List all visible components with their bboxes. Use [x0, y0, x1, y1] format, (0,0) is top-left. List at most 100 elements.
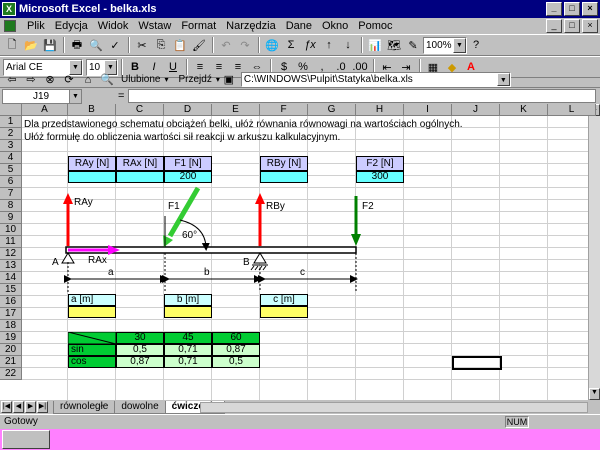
go-menu[interactable]: Przejdź	[179, 74, 212, 85]
row-header-1[interactable]: 1	[0, 116, 22, 128]
menu-file[interactable]: Plik	[22, 20, 50, 32]
column-header-f[interactable]: F	[260, 104, 308, 116]
doc-close-button[interactable]: ×	[582, 19, 598, 33]
maximize-button[interactable]: □	[564, 2, 580, 16]
cut-icon[interactable]: ✂	[133, 36, 151, 54]
row-header-13[interactable]: 13	[0, 260, 22, 272]
row-header-19[interactable]: 19	[0, 332, 22, 344]
column-header-k[interactable]: K	[500, 104, 548, 116]
chevron-down-icon[interactable]: ▼	[69, 89, 81, 103]
spelling-icon[interactable]: ✓	[106, 36, 124, 54]
hyperlink-icon[interactable]: 🌐	[263, 36, 281, 54]
chevron-down-icon[interactable]: ▼	[496, 73, 510, 86]
cos-60[interactable]: 0,5	[212, 356, 260, 368]
row-header-8[interactable]: 8	[0, 200, 22, 212]
scroll-down-icon[interactable]: ▼	[589, 388, 600, 400]
refresh-icon[interactable]: ⟳	[60, 73, 78, 87]
close-button[interactable]: ×	[582, 2, 598, 16]
column-header-g[interactable]: G	[308, 104, 356, 116]
row-header-20[interactable]: 20	[0, 344, 22, 356]
copy-icon[interactable]: ⎘	[152, 36, 170, 54]
search-web-icon[interactable]: 🔍	[98, 73, 116, 87]
column-header-e[interactable]: E	[212, 104, 260, 116]
row-header-9[interactable]: 9	[0, 212, 22, 224]
header-c[interactable]: c [m]	[260, 294, 308, 306]
row-header-16[interactable]: 16	[0, 296, 22, 308]
print-preview-icon[interactable]: 🔍	[87, 36, 105, 54]
chart-wizard-icon[interactable]: 📊	[366, 36, 384, 54]
redo-icon[interactable]: ↷	[236, 36, 254, 54]
forward-icon[interactable]: ⇨	[22, 73, 40, 87]
column-header-c[interactable]: C	[116, 104, 164, 116]
doc-minimize-button[interactable]: _	[546, 19, 562, 33]
row-header-15[interactable]: 15	[0, 284, 22, 296]
menu-help[interactable]: Pomoc	[353, 20, 397, 32]
active-cell-j19[interactable]	[452, 356, 502, 370]
sin-45[interactable]: 0,71	[164, 344, 212, 356]
sin-60[interactable]: 0,87	[212, 344, 260, 356]
chevron-down-icon[interactable]: ▼	[453, 37, 466, 53]
sort-desc-icon[interactable]: ↓	[339, 36, 357, 54]
minimize-button[interactable]: _	[546, 2, 562, 16]
next-sheet-icon[interactable]: ▶	[25, 401, 36, 413]
name-box[interactable]: J19 ▼	[2, 88, 82, 104]
row-header-22[interactable]: 22	[0, 368, 22, 380]
menu-format[interactable]: Format	[176, 20, 221, 32]
last-sheet-icon[interactable]: ▶|	[37, 401, 48, 413]
formula-input[interactable]	[128, 89, 596, 103]
drawing-icon[interactable]: ✎	[404, 36, 422, 54]
trig-label-sin[interactable]: sin	[68, 344, 116, 356]
column-header-a[interactable]: A	[22, 104, 68, 116]
row-header-14[interactable]: 14	[0, 272, 22, 284]
zoom-select[interactable]: 100% ▼	[423, 36, 467, 54]
cos-45[interactable]: 0,71	[164, 356, 212, 368]
row-header-18[interactable]: 18	[0, 320, 22, 332]
sort-asc-icon[interactable]: ↑	[320, 36, 338, 54]
row-header-2[interactable]: 2	[0, 128, 22, 140]
value-a[interactable]	[68, 306, 116, 318]
menu-window[interactable]: Okno	[317, 20, 353, 32]
start-button[interactable]	[2, 430, 50, 449]
column-header-h[interactable]: H	[356, 104, 404, 116]
row-header-6[interactable]: 6	[0, 176, 22, 188]
prev-sheet-icon[interactable]: ◀	[13, 401, 24, 413]
open-icon[interactable]: 📂	[22, 36, 40, 54]
header-a[interactable]: a [m]	[68, 294, 116, 306]
worksheet-grid[interactable]: Dla przedstawionego schematu obciążeń be…	[0, 104, 600, 400]
sheet-tab-arbitrary[interactable]: dowolne	[114, 400, 166, 414]
back-icon[interactable]: ⇦	[3, 73, 21, 87]
show-only-web-toolbar-icon[interactable]: ▣	[220, 73, 238, 87]
row-header-7[interactable]: 7	[0, 188, 22, 200]
column-header-l[interactable]: L	[548, 104, 596, 116]
row-header-10[interactable]: 10	[0, 224, 22, 236]
value-c[interactable]	[260, 306, 308, 318]
menu-edit[interactable]: Edycja	[50, 20, 93, 32]
header-b[interactable]: b [m]	[164, 294, 212, 306]
row-header-4[interactable]: 4	[0, 152, 22, 164]
address-field[interactable]: C:\WINDOWS\Pulpit\Statyka\belka.xls ▼	[240, 72, 511, 87]
favorites-menu[interactable]: Ulubione	[121, 74, 160, 85]
vertical-scrollbar[interactable]: ▲ ▼	[588, 104, 600, 400]
trig-header-45[interactable]: 45	[164, 332, 212, 344]
menu-tools[interactable]: Narzędzia	[221, 20, 281, 32]
row-header-12[interactable]: 12	[0, 248, 22, 260]
doc-restore-button[interactable]: □	[564, 19, 580, 33]
row-header-3[interactable]: 3	[0, 140, 22, 152]
horizontal-scrollbar[interactable]	[200, 402, 588, 413]
column-header-d[interactable]: D	[164, 104, 212, 116]
map-icon[interactable]: 🗺	[385, 36, 403, 54]
menu-insert[interactable]: Wstaw	[133, 20, 176, 32]
trig-label-cos[interactable]: cos	[68, 356, 116, 368]
home-icon[interactable]: ⌂	[79, 73, 97, 87]
autosum-icon[interactable]: Σ	[282, 36, 300, 54]
column-header-i[interactable]: I	[404, 104, 452, 116]
paste-icon[interactable]: 📋	[171, 36, 189, 54]
menu-view[interactable]: Widok	[93, 20, 134, 32]
cos-30[interactable]: 0,87	[116, 356, 164, 368]
trig-header-30[interactable]: 30	[116, 332, 164, 344]
format-painter-icon[interactable]: 🖌	[190, 36, 208, 54]
print-icon[interactable]: 🖶	[68, 36, 86, 54]
column-header-b[interactable]: B	[68, 104, 116, 116]
menu-data[interactable]: Dane	[281, 20, 317, 32]
function-icon[interactable]: ƒx	[301, 36, 319, 54]
